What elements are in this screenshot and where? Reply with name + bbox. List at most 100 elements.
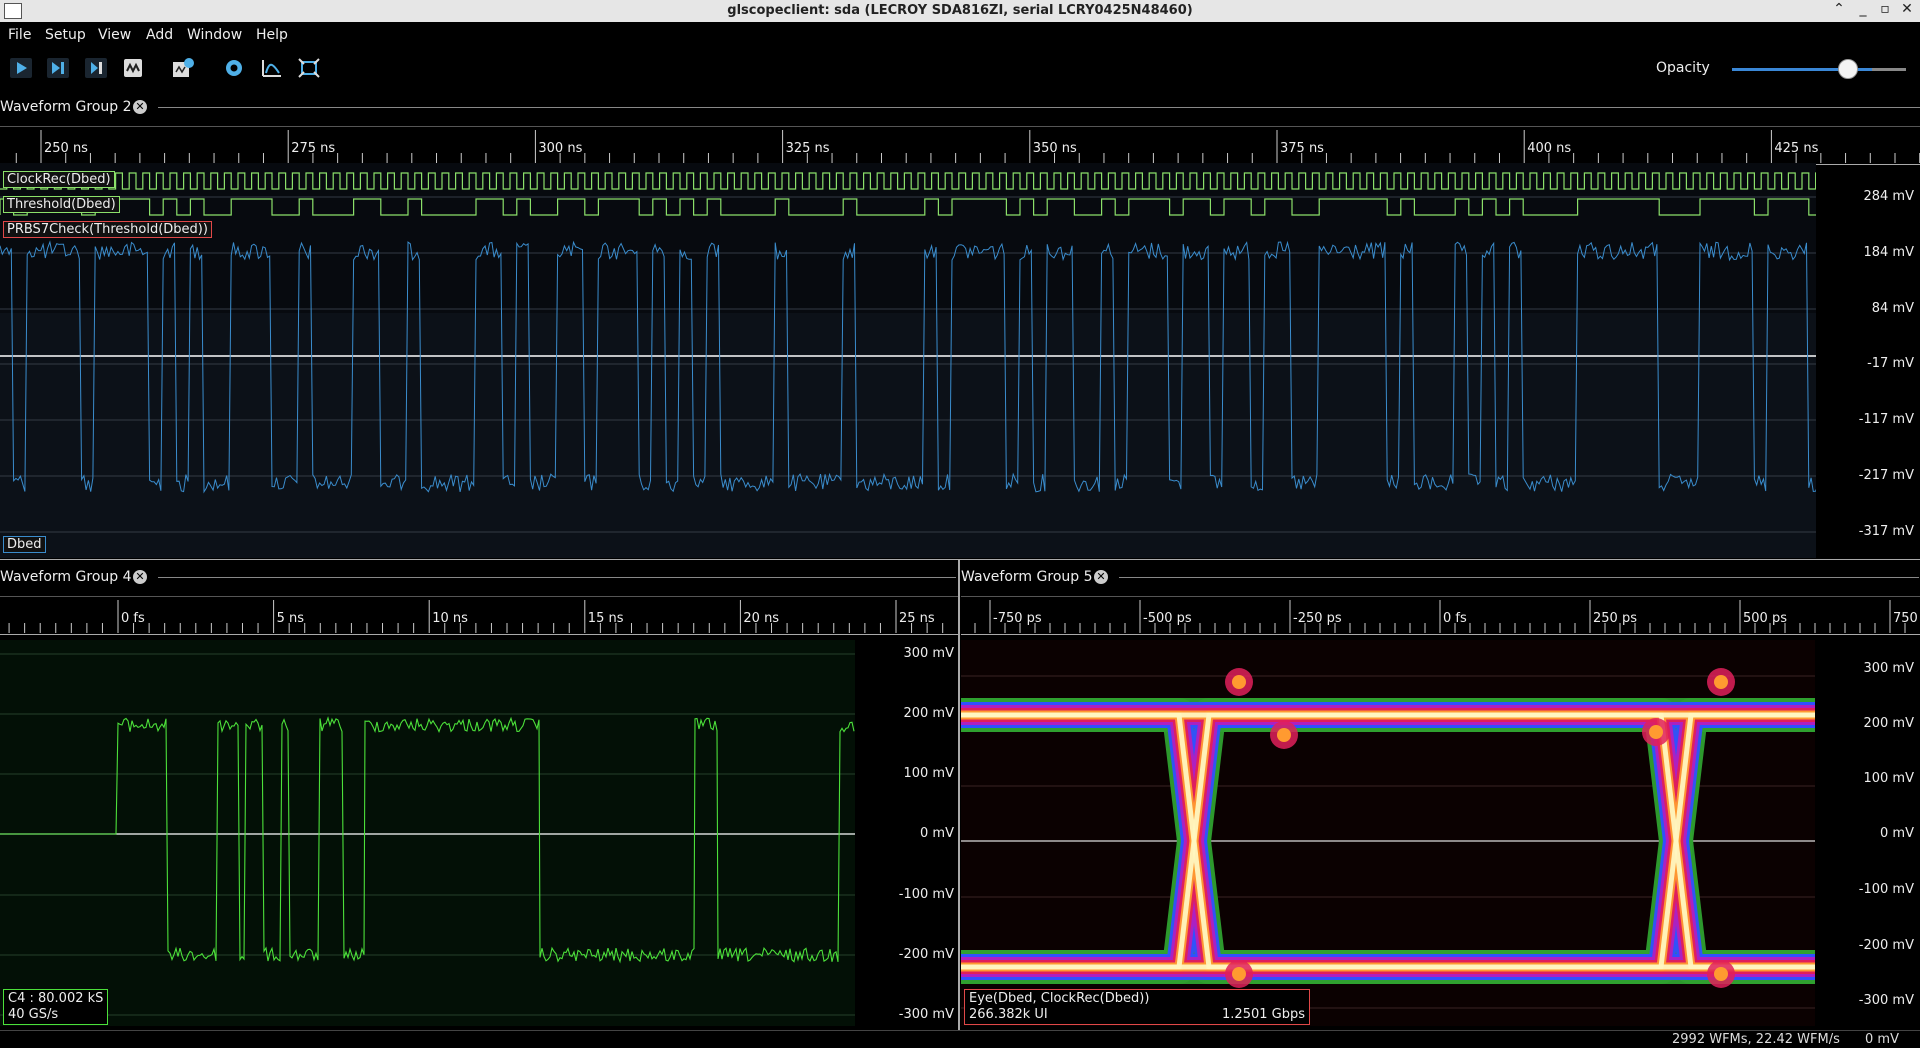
status-cursor-value: 0 mV xyxy=(1865,1032,1899,1047)
voltage-axis-group-4-tick-label: 200 mV xyxy=(903,706,954,721)
zoom-fit-button[interactable] xyxy=(259,56,285,80)
status-bar: 2992 WFMs, 22.42 WFM/s 0 mV xyxy=(0,1030,1920,1048)
voltage-axis-group-2-tick-label: 284 mV xyxy=(1863,189,1914,204)
menu-bar: File Setup View Add Window Help xyxy=(0,22,1920,48)
stop-trigger-button[interactable] xyxy=(120,56,146,80)
time-axis-group-5-tick-label: 500 ps xyxy=(1743,611,1787,626)
close-group-2-button[interactable]: ✕ xyxy=(133,100,147,114)
time-axis-group-4-tick-label: 0 fs xyxy=(121,611,145,626)
voltage-axis-group-4-tick-label: 300 mV xyxy=(903,646,954,661)
time-axis-group-4-tick-label: 20 ns xyxy=(743,611,780,626)
menu-window[interactable]: Window xyxy=(187,27,242,43)
voltage-axis-group-5-tick-label: -100 mV xyxy=(1858,882,1914,897)
voltage-axis-group-2-tick-label: -117 mV xyxy=(1858,412,1914,427)
window-title-bar: glscopeclient: sda (LECROY SDA816ZI, ser… xyxy=(0,0,1920,23)
time-axis-group-2-tick-label: 400 ns xyxy=(1527,141,1572,156)
add-waveform-button[interactable] xyxy=(170,56,196,80)
time-axis-group-5-tick-label: -250 ps xyxy=(1293,611,1342,626)
channel-label-dbed[interactable]: Dbed xyxy=(3,536,46,553)
waveform-group-4-header: Waveform Group 4 ✕ xyxy=(0,567,958,587)
channel-label-threshold[interactable]: Threshold(Dbed) xyxy=(3,196,120,213)
force-trigger-button[interactable] xyxy=(83,56,109,80)
time-axis-group-4-tick-label: 10 ns xyxy=(432,611,468,626)
opacity-slider-handle[interactable] xyxy=(1838,59,1858,79)
time-axis-group-2-tick-label: 425 ns xyxy=(1774,141,1819,156)
time-axis-group-2-tick-label: 375 ns xyxy=(1280,141,1324,156)
window-maximize-button[interactable]: ▫ xyxy=(1874,1,1896,17)
eye-info-title: Eye(Dbed, ClockRec(Dbed)) xyxy=(969,991,1150,1006)
opacity-slider-track-rest[interactable] xyxy=(1872,68,1906,71)
voltage-axis-group-2[interactable]: 284 mV 184 mV 84 mV -17 mV -117 mV -217 mV -31… xyxy=(1816,163,1920,558)
stop-trigger-icon xyxy=(124,59,142,77)
window-minimize-button[interactable]: _ xyxy=(1852,1,1874,17)
voltage-axis-group-4-tick-label: 0 mV xyxy=(920,826,954,841)
waveform-plot-group-4[interactable] xyxy=(0,640,855,1026)
voltage-axis-group-2-tick-label: 184 mV xyxy=(1863,245,1914,260)
start-trigger-button[interactable] xyxy=(8,56,34,80)
toolbar: Opacity xyxy=(0,48,1920,92)
channel-info-box-c4[interactable]: C4 : 80.002 kS 40 GS/s xyxy=(3,989,109,1025)
fullscreen-icon xyxy=(298,58,320,78)
menu-add[interactable]: Add xyxy=(146,27,173,43)
voltage-axis-group-5-tick-label: -200 mV xyxy=(1858,938,1914,953)
voltage-axis-group-4-tick-label: -200 mV xyxy=(898,947,954,962)
waveform-group-2-header: Waveform Group 2 ✕ xyxy=(0,97,1920,117)
waveform-group-2-title: Waveform Group 2 xyxy=(0,99,132,115)
voltage-axis-group-2-tick-label: -17 mV xyxy=(1867,356,1914,371)
time-axis-group-4-tick-label: 15 ns xyxy=(587,611,624,626)
time-axis-group-2-tick-label: 300 ns xyxy=(538,141,583,156)
eye-diagram-density-group-5 xyxy=(961,668,1815,1009)
close-group-4-button[interactable]: ✕ xyxy=(133,570,147,584)
zoom-fit-icon xyxy=(262,60,281,77)
start-trigger-icon xyxy=(10,58,32,78)
waveform-plot-group-2[interactable] xyxy=(0,163,1816,558)
time-axis-group-2-tick-label: 275 ns xyxy=(291,141,336,156)
eye-diagram-plot-group-5[interactable] xyxy=(961,640,1815,1026)
time-axis-ruler-group-4[interactable]: 0 fs 5 ns 10 ns 15 ns 20 ns 25 ns xyxy=(0,596,958,635)
voltage-axis-group-5-tick-label: -300 mV xyxy=(1858,993,1914,1008)
channel-label-clockrec[interactable]: ClockRec(Dbed) xyxy=(3,171,115,188)
voltage-axis-group-2-tick-label: 84 mV xyxy=(1871,301,1914,316)
close-group-5-button[interactable]: ✕ xyxy=(1094,570,1108,584)
opacity-label: Opacity xyxy=(1656,60,1710,76)
time-axis-group-2-ticks xyxy=(15,130,1920,163)
time-axis-group-2-tick-label: 250 ns xyxy=(44,141,88,156)
voltage-axis-group-4-tick-label: -300 mV xyxy=(898,1007,954,1022)
voltage-axis-group-2-tick-label: -217 mV xyxy=(1858,468,1914,483)
time-axis-group-5-tick-label: 750 xyxy=(1893,611,1918,626)
eye-info-box[interactable]: Eye(Dbed, ClockRec(Dbed)) 266.382k UI 1.… xyxy=(964,989,1310,1025)
time-axis-group-2-tick-label: 350 ns xyxy=(1032,141,1077,156)
menu-help[interactable]: Help xyxy=(256,27,288,43)
voltage-axis-group-5[interactable]: 300 mV 200 mV 100 mV 0 mV -100 mV -200 mV -300… xyxy=(1815,633,1920,1030)
window-title: glscopeclient: sda (LECROY SDA816ZI, ser… xyxy=(727,3,1193,18)
voltage-axis-group-5-tick-label: 200 mV xyxy=(1863,716,1914,731)
voltage-axis-group-4[interactable]: 300 mV 200 mV 100 mV 0 mV -100 mV -200 mV -300… xyxy=(855,633,958,1030)
waveform-group-5-title: Waveform Group 5 xyxy=(961,569,1093,585)
waveform-group-4-title: Waveform Group 4 xyxy=(0,569,132,585)
channel-info-sample-rate: 40 GS/s xyxy=(8,1007,59,1022)
channel-info-sample-count: C4 : 80.002 kS xyxy=(8,991,104,1006)
status-waveform-rate: 2992 WFMs, 22.42 WFM/s xyxy=(1672,1032,1840,1047)
channel-label-prbs7check[interactable]: PRBS7Check(Threshold(Dbed)) xyxy=(3,221,212,238)
window-close-button[interactable]: ✕ xyxy=(1896,1,1918,17)
pane-divider-horizontal[interactable] xyxy=(0,559,1920,560)
voltage-axis-group-2-tick-label: -317 mV xyxy=(1858,524,1914,539)
time-axis-group-4-tick-label: 25 ns xyxy=(899,611,935,626)
menu-view[interactable]: View xyxy=(98,27,131,43)
time-axis-group-5-tick-label: 0 fs xyxy=(1443,611,1467,626)
time-axis-ruler-group-5[interactable]: -750 ps -500 ps -250 ps 0 fs 250 ps 500 ps 750 xyxy=(961,596,1920,635)
voltage-axis-group-4-tick-label: 100 mV xyxy=(903,766,954,781)
add-waveform-icon xyxy=(173,58,194,77)
settings-button[interactable] xyxy=(221,56,247,80)
time-axis-ruler-group-2[interactable]: 250 ns 275 ns 300 ns 325 ns 350 ns 375 ns 400 … xyxy=(0,126,1920,165)
eye-info-ui-count: 266.382k UI xyxy=(969,1007,1048,1022)
menu-setup[interactable]: Setup xyxy=(45,27,86,43)
window-shade-button[interactable]: ⌃ xyxy=(1828,1,1850,17)
pane-divider-vertical[interactable] xyxy=(958,560,960,1030)
menu-file[interactable]: File xyxy=(8,27,31,43)
time-axis-group-5-tick-label: 250 ps xyxy=(1593,611,1637,626)
voltage-axis-group-4-tick-label: -100 mV xyxy=(898,887,954,902)
single-trigger-button[interactable] xyxy=(45,56,71,80)
voltage-axis-group-5-tick-label: 100 mV xyxy=(1863,771,1914,786)
fullscreen-button[interactable] xyxy=(296,56,322,80)
